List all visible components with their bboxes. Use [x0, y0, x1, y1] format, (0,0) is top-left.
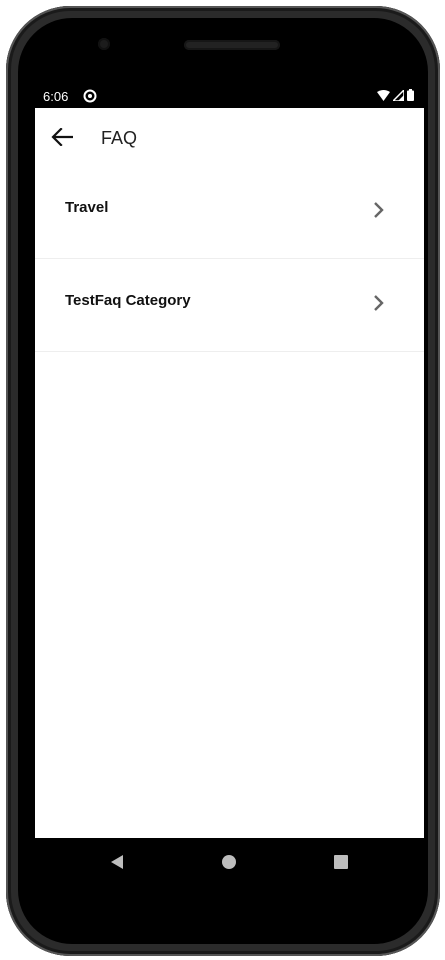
- back-button[interactable]: [49, 124, 75, 150]
- back-triangle-icon: [111, 855, 123, 869]
- home-circle-icon: [222, 855, 236, 869]
- wifi-icon: [377, 89, 390, 101]
- front-camera: [98, 38, 110, 50]
- chevron-right-icon: [374, 295, 384, 311]
- signal-icon: [393, 89, 404, 101]
- list-item-label: TestFaq Category: [65, 292, 191, 309]
- page-title: FAQ: [101, 128, 138, 148]
- faq-category-travel[interactable]: Travel: [35, 166, 424, 259]
- chevron-right-icon: [374, 202, 384, 218]
- recents-square-icon: [334, 855, 348, 869]
- nav-home-button[interactable]: [219, 852, 239, 872]
- nav-back-button[interactable]: [107, 852, 127, 872]
- app-screen: 6:06 FAQ Travel TestFaq Category: [35, 84, 424, 838]
- nav-recents-button[interactable]: [331, 852, 351, 872]
- system-nav-bar: [35, 838, 424, 886]
- faq-category-list: Travel TestFaq Category: [35, 166, 424, 352]
- app-bar: FAQ: [35, 108, 424, 166]
- status-icons: [377, 89, 414, 101]
- status-time: 6:06: [43, 89, 69, 104]
- battery-icon: [407, 89, 414, 101]
- list-item-label: Travel: [65, 199, 109, 216]
- faq-category-testfaq[interactable]: TestFaq Category: [35, 259, 424, 352]
- arrow-left-icon: [51, 128, 73, 146]
- status-bar: 6:06: [35, 84, 424, 108]
- earpiece-speaker: [184, 40, 280, 50]
- at-sign-icon: [83, 89, 97, 103]
